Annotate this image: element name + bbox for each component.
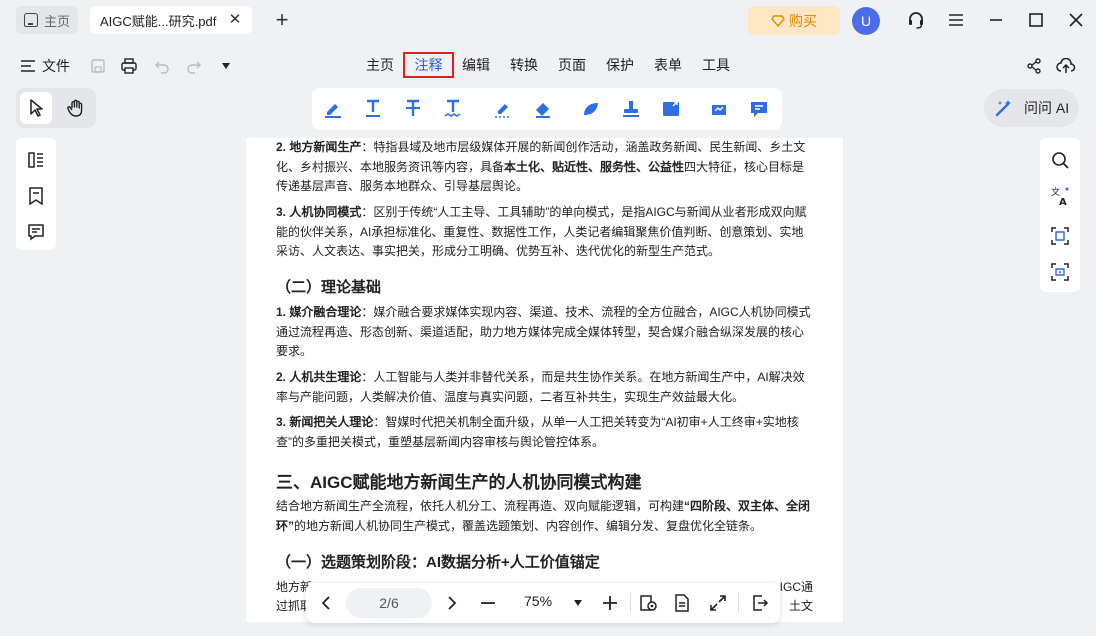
caret-down-icon[interactable]	[216, 56, 236, 76]
document-icon[interactable]	[672, 593, 692, 613]
zoom-caret-icon[interactable]	[568, 593, 588, 613]
buy-button[interactable]: 购买	[748, 6, 840, 35]
term-collaboration: 3. 人机协同模式	[276, 205, 362, 219]
file-menu[interactable]: 文件	[20, 56, 70, 76]
paragraph-gatekeeper: 3. 新闻把关人理论：智媒时代把关机制全面升级，从单一人工把关转变为“AI初审+…	[276, 413, 813, 452]
highlight-icon[interactable]	[322, 98, 344, 120]
strikethrough-icon[interactable]	[402, 98, 424, 120]
hamburger-icon	[21, 60, 35, 72]
menu-tools[interactable]: 工具	[698, 52, 734, 78]
support-icon[interactable]	[904, 8, 928, 32]
screen-capture-icon[interactable]	[1050, 262, 1070, 282]
paragraph-symbiosis: 2. 人机共生理论：人工智能与人类并非替代关系，而是共生协作关系。在地方新闻生产…	[276, 368, 813, 407]
tab-document[interactable]: AIGC赋能...研究.pdf ✕	[90, 6, 252, 34]
close-icon[interactable]	[1064, 8, 1088, 32]
translate-icon[interactable]: 文A	[1050, 186, 1070, 206]
bold-text: 本土化、贴近性、服务性、公益性	[504, 159, 685, 174]
paragraph-text: 结合地方新闻生产全流程，依托人机分工、流程再造、双向赋能逻辑，可构建	[276, 499, 685, 513]
minimize-icon[interactable]	[984, 8, 1008, 32]
hand-icon[interactable]	[60, 92, 92, 124]
pointer-icon[interactable]	[20, 92, 52, 124]
file-menu-label: 文件	[42, 58, 70, 74]
exit-icon[interactable]	[750, 593, 770, 613]
menu-page[interactable]: 页面	[554, 52, 590, 78]
term-local-news: 2. 地方新闻生产	[276, 140, 362, 154]
signature-icon[interactable]	[708, 98, 730, 120]
diamond-icon	[771, 14, 785, 27]
save-icon[interactable]	[88, 56, 108, 76]
menu-icon[interactable]	[944, 8, 968, 32]
paragraph-collaboration: 3. 人机协同模式：区别于传统“人工主导、工具辅助”的单向模式，是指AIGC与新…	[276, 203, 813, 262]
paragraph-media-convergence: 1. 媒介融合理论：媒介融合要求媒体实现内容、渠道、技术、流程的全方位融合，AI…	[276, 303, 813, 362]
menu-home[interactable]: 主页	[362, 52, 398, 78]
svg-text:A: A	[1059, 197, 1067, 206]
ask-ai-label: 问问 AI	[1024, 100, 1070, 116]
cloud-upload-icon[interactable]	[1056, 56, 1076, 76]
title-bar: 主页 AIGC赋能...研究.pdf ✕ + 购买 U	[0, 0, 1096, 40]
menu-convert[interactable]: 转换	[506, 52, 542, 78]
thumbnails-icon[interactable]	[26, 150, 46, 170]
tool-mode-group	[16, 88, 96, 128]
prev-page-icon[interactable]	[316, 593, 336, 613]
paragraph-local-news: 2. 地方新闻生产：特指县域及地市层级媒体开展的新闻创作活动，涵盖政务新闻、民生…	[276, 138, 813, 197]
menu-protect[interactable]: 保护	[602, 52, 638, 78]
section-heading-theory: （二）理论基础	[276, 279, 382, 296]
page-navigation-bar: 2/6 75%	[306, 583, 780, 623]
underline-icon[interactable]	[362, 98, 384, 120]
area-highlight-icon[interactable]	[492, 98, 514, 120]
ocr-icon[interactable]	[1050, 226, 1070, 246]
share-icon[interactable]	[1024, 56, 1044, 76]
stamp-icon[interactable]	[620, 98, 642, 120]
annotation-toolbar	[312, 88, 782, 130]
menu-bar: 文件 主页 注释 编辑 转换 页面 保护 表单 工具	[0, 46, 1096, 86]
divider	[630, 593, 631, 613]
menu-form[interactable]: 表单	[650, 52, 686, 78]
tab-home[interactable]: 主页	[16, 6, 78, 34]
eraser-icon[interactable]	[532, 98, 554, 120]
buy-label: 购买	[789, 12, 817, 29]
read-mode-icon[interactable]	[638, 593, 658, 613]
next-page-icon[interactable]	[442, 593, 462, 613]
search-icon[interactable]	[1050, 150, 1070, 170]
text-box-icon[interactable]	[660, 98, 682, 120]
add-tab-button[interactable]: +	[270, 6, 294, 34]
comment-icon[interactable]	[748, 98, 770, 120]
term-media-convergence: 1. 媒介融合理论	[276, 305, 362, 319]
tab-document-label: AIGC赋能...研究.pdf	[100, 13, 217, 29]
shape-icon[interactable]	[580, 98, 602, 120]
term-symbiosis: 2. 人机共生理论	[276, 370, 362, 384]
menu-edit[interactable]: 编辑	[458, 52, 494, 78]
fit-page-icon[interactable]	[708, 593, 728, 613]
redo-icon[interactable]	[184, 56, 204, 76]
squiggly-icon[interactable]	[442, 98, 464, 120]
left-sidebar	[16, 138, 56, 250]
print-icon[interactable]	[119, 56, 139, 76]
avatar[interactable]: U	[852, 7, 880, 35]
undo-icon[interactable]	[152, 56, 172, 76]
section-heading-planning: （一）选题策划阶段：AI数据分析+人工价值锚定	[276, 554, 600, 571]
home-icon	[24, 13, 38, 27]
paragraph-text: 土文	[788, 599, 813, 613]
ask-ai-button[interactable]: 问问 AI	[984, 89, 1079, 127]
right-sidebar: 文A	[1040, 138, 1080, 292]
zoom-in-icon[interactable]	[600, 593, 620, 613]
close-tab-icon[interactable]: ✕	[226, 10, 244, 28]
paragraph-model: 结合地方新闻生产全流程，依托人机分工、流程再造、双向赋能逻辑，可构建“四阶段、双…	[276, 497, 813, 536]
page-indicator[interactable]: 2/6	[346, 588, 432, 618]
menu-annotate[interactable]: 注释	[403, 52, 454, 78]
chapter-heading: 三、AIGC赋能地方新闻生产的人机协同模式构建	[276, 473, 642, 492]
bookmark-icon[interactable]	[26, 186, 46, 206]
document-page: 2. 地方新闻生产：特指县域及地市层级媒体开展的新闻创作活动，涵盖政务新闻、民生…	[246, 138, 843, 622]
zoom-out-icon[interactable]	[478, 593, 498, 613]
comments-panel-icon[interactable]	[26, 222, 46, 242]
zoom-level[interactable]: 75%	[524, 593, 552, 609]
ai-icon	[995, 100, 1011, 117]
maximize-icon[interactable]	[1024, 8, 1048, 32]
term-gatekeeper: 3. 新闻把关人理论	[276, 415, 374, 429]
paragraph-text: 的地方新闻人机协同生产模式，覆盖选题策划、内容创作、编辑分发、复盘优化全链条。	[294, 518, 763, 533]
tab-home-label: 主页	[44, 13, 71, 29]
divider	[738, 593, 739, 613]
paragraph-text: IGC通	[779, 580, 813, 594]
